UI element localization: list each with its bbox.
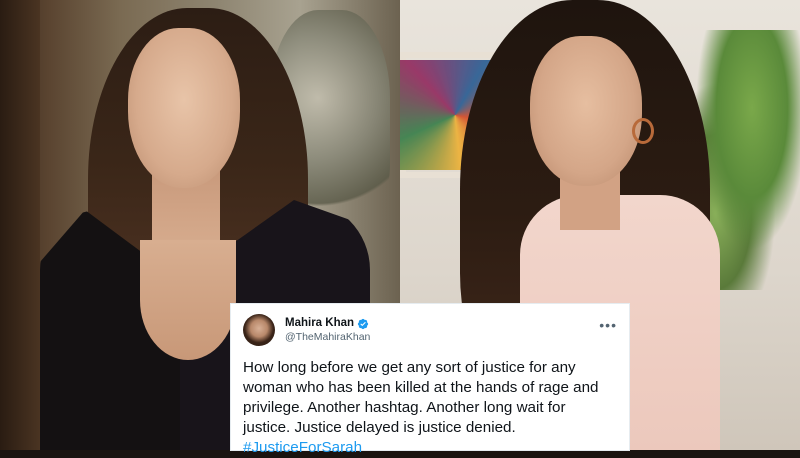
tweet-text: How long before we get any sort of justi… bbox=[243, 358, 617, 458]
author-handle[interactable]: @TheMahiraKhan bbox=[285, 331, 370, 343]
more-horizontal-icon[interactable]: ••• bbox=[599, 318, 617, 332]
avatar[interactable] bbox=[243, 314, 275, 346]
hashtag-link[interactable]: #JusticeForSarah bbox=[243, 439, 362, 456]
tweet-card[interactable]: Mahira Khan @TheMahiraKhan ••• How long … bbox=[231, 304, 629, 456]
author-info: Mahira Khan @TheMahiraKhan bbox=[285, 317, 370, 343]
door-frame bbox=[0, 0, 40, 450]
author-display-name[interactable]: Mahira Khan bbox=[285, 317, 354, 329]
verified-badge-icon bbox=[357, 317, 369, 330]
chest bbox=[140, 240, 236, 360]
face bbox=[530, 36, 642, 186]
tweet-body-text: How long before we get any sort of justi… bbox=[243, 359, 599, 436]
name-row: Mahira Khan bbox=[285, 317, 370, 330]
hoop-earring bbox=[632, 118, 654, 144]
tweet-header: Mahira Khan @TheMahiraKhan ••• bbox=[243, 312, 617, 348]
face bbox=[128, 28, 240, 188]
